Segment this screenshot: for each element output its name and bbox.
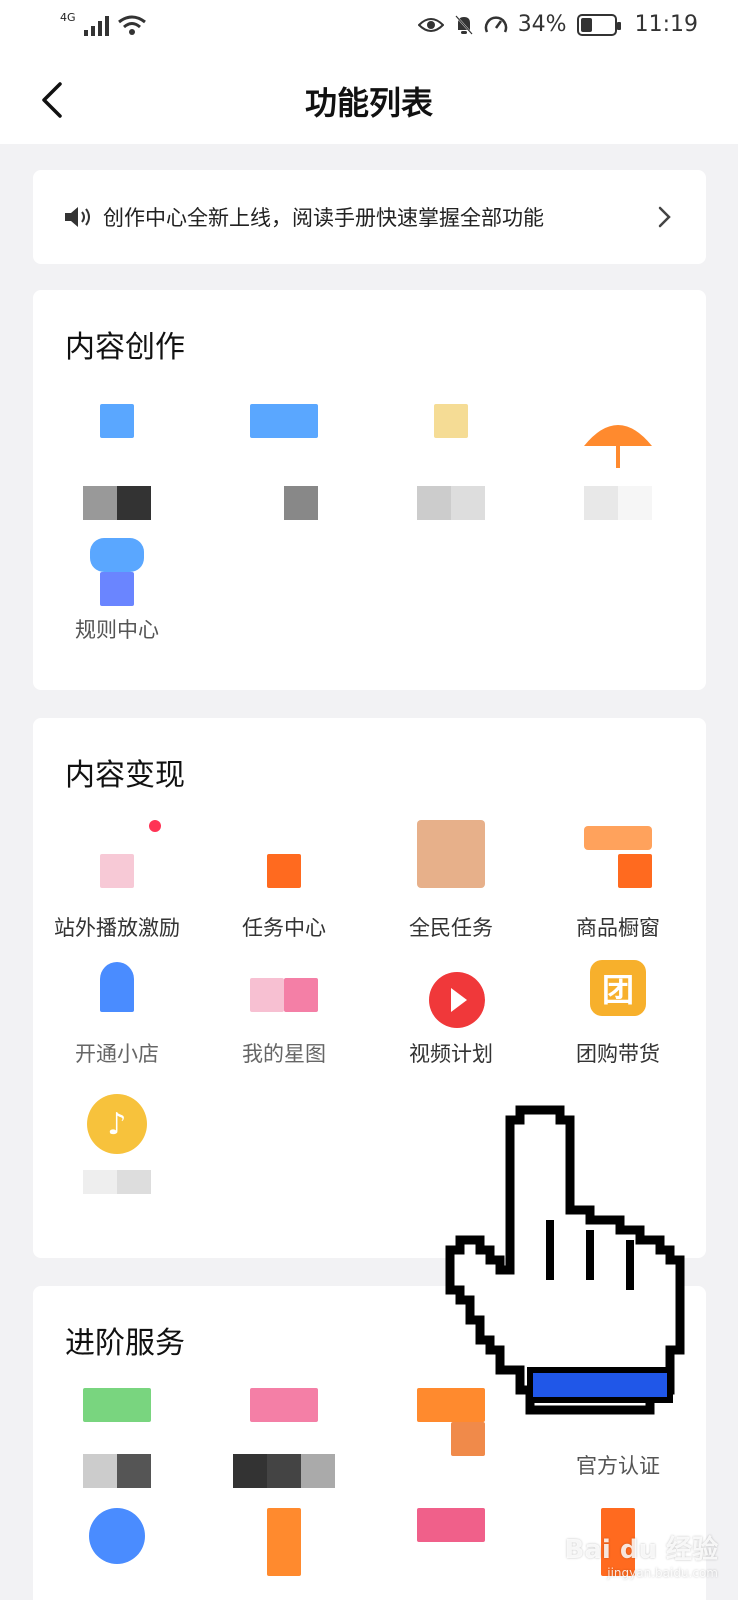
grid-item[interactable]: 商品橱窗 — [543, 818, 693, 948]
feature-icon — [584, 826, 652, 850]
clock: 11:19 — [634, 12, 698, 37]
item-label: 我的星图 — [242, 1042, 326, 1066]
grid-item[interactable] — [42, 1386, 192, 1516]
feature-icon-lower — [618, 854, 652, 888]
notice-banner[interactable]: 创作中心全新上线，阅读手册快速掌握全部功能 — [33, 170, 706, 264]
umbrella-icon — [584, 425, 652, 468]
feature-icon — [250, 404, 318, 438]
feature-icon — [250, 1388, 318, 1422]
top-nav: 功能列表 — [0, 56, 738, 144]
grid-item[interactable] — [376, 1506, 526, 1600]
speaker-icon — [65, 207, 90, 227]
speed-icon — [484, 15, 507, 33]
grid-item[interactable] — [376, 398, 526, 528]
item-label: 任务中心 — [242, 916, 326, 940]
grid-item[interactable] — [42, 1506, 192, 1600]
pixelated-label — [83, 486, 151, 520]
feature-icon — [250, 978, 284, 1012]
pixelated-label — [83, 1454, 151, 1488]
feature-icon — [100, 962, 134, 1012]
grid-item[interactable] — [209, 1506, 359, 1600]
grid-item[interactable]: 站外播放激励 — [42, 818, 192, 948]
grid-item[interactable]: 视频计划 — [376, 956, 526, 1086]
status-left: 4G — [60, 10, 147, 36]
feature-icon — [100, 854, 134, 888]
battery-level — [580, 17, 592, 32]
signal-icon — [83, 14, 109, 36]
red-dot — [149, 820, 161, 832]
watermark-brand: Bai du 经验 — [564, 1535, 719, 1565]
feature-icon — [89, 1508, 145, 1564]
status-bar: 4G 34% 11:19 — [0, 0, 738, 56]
section-content-creation: 内容创作 规则中心 — [33, 290, 706, 690]
section-title: 进阶服务 — [65, 1326, 185, 1361]
pixelated-label — [233, 1454, 335, 1488]
battery-percent: 34% — [517, 12, 567, 37]
feature-icon — [434, 404, 468, 438]
battery-icon — [576, 13, 621, 36]
item-label: 视频计划 — [409, 1042, 493, 1066]
network-type: 4G — [60, 10, 76, 24]
grid-item[interactable] — [209, 398, 359, 528]
feature-icon-lower — [100, 572, 134, 606]
page-title: 功能列表 — [304, 84, 433, 122]
hand-pointer-icon — [445, 1105, 685, 1415]
feature-icon — [417, 820, 485, 888]
item-label: 官方认证 — [576, 1454, 660, 1478]
section-title: 内容创作 — [65, 330, 185, 365]
bell-off-icon — [454, 14, 473, 35]
item-label: 全民任务 — [409, 916, 493, 940]
grid-item[interactable]: 全民任务 — [376, 818, 526, 948]
chevron-right-icon — [658, 206, 671, 228]
feature-icon — [267, 1508, 301, 1576]
feature-icon — [90, 538, 144, 572]
item-label: 规则中心 — [75, 618, 159, 642]
feature-icon — [267, 854, 301, 888]
feature-icon — [417, 1508, 485, 1542]
eye-icon — [417, 17, 444, 32]
item-label: 开通小店 — [75, 1042, 159, 1066]
grid-item[interactable]: ♪ — [42, 1094, 192, 1224]
grid-item[interactable] — [209, 1386, 359, 1516]
grid-item[interactable]: 团 团购带货 — [543, 956, 693, 1086]
item-label: 站外播放激励 — [54, 916, 180, 940]
grid-item[interactable] — [543, 398, 693, 528]
grid-item[interactable]: 任务中心 — [209, 818, 359, 948]
baidu-watermark: Bai du 经验 jingyan.baidu.com — [565, 1529, 719, 1580]
watermark-url: jingyan.baidu.com — [607, 1566, 718, 1580]
feature-icon-accent — [284, 978, 318, 1012]
pixelated-label — [83, 1170, 151, 1194]
pixelated-label — [417, 486, 485, 520]
wifi-icon — [117, 15, 146, 35]
item-label: 团购带货 — [576, 1042, 660, 1066]
status-right: 34% 11:19 — [417, 12, 698, 37]
feature-icon — [100, 404, 134, 438]
pixelated-label — [250, 486, 318, 520]
pixelated-label — [584, 486, 652, 520]
grid-item[interactable]: 开通小店 — [42, 956, 192, 1086]
item-label: 商品橱窗 — [576, 916, 660, 940]
feature-icon — [83, 1388, 151, 1422]
grid-item[interactable]: 我的星图 — [209, 956, 359, 1086]
section-title: 内容变现 — [65, 758, 185, 793]
notice-text: 创作中心全新上线，阅读手册快速掌握全部功能 — [103, 206, 544, 230]
group-buy-icon: 团 — [590, 960, 646, 1016]
music-note-icon: ♪ — [87, 1094, 147, 1154]
play-icon — [429, 972, 485, 1028]
grid-item[interactable] — [42, 398, 192, 528]
grid-item[interactable]: 规则中心 — [42, 532, 192, 662]
